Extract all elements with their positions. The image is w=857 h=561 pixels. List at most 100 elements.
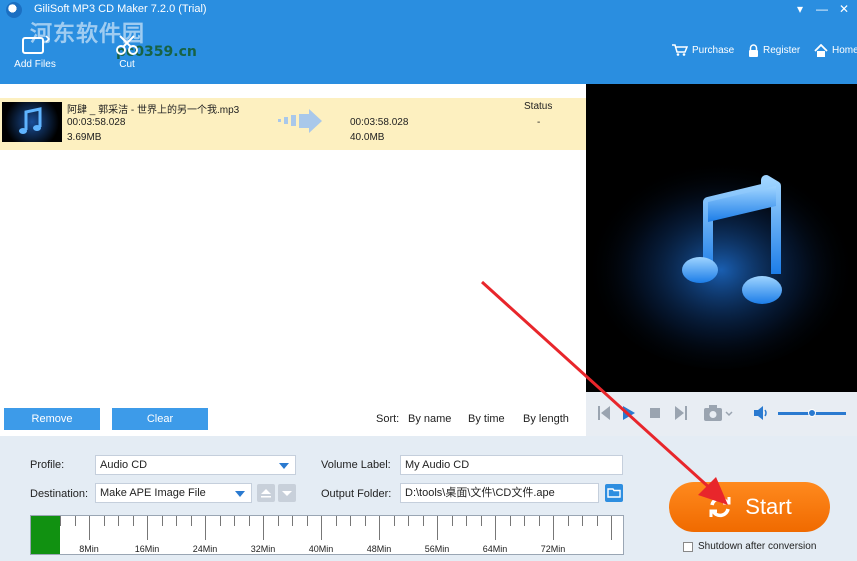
- timeline-minor-tick: [422, 516, 424, 526]
- timeline-minor-tick: [408, 516, 409, 526]
- chevron-down-icon: [279, 463, 289, 469]
- home-icon: [814, 43, 828, 57]
- start-button[interactable]: Start: [669, 482, 830, 532]
- volume-label-input[interactable]: My Audio CD: [400, 455, 623, 475]
- timeline-minor-tick: [161, 516, 163, 526]
- timeline-major-tick: [205, 516, 206, 540]
- close-button[interactable]: ✕: [834, 1, 854, 17]
- status-value: -: [537, 117, 541, 128]
- timeline-minor-tick: [350, 516, 351, 526]
- destination-select[interactable]: Make APE Image File: [95, 483, 252, 503]
- output-folder-input[interactable]: D:\tools\桌面\文件\CD文件.ape: [400, 483, 599, 503]
- chevron-down-icon: [282, 491, 292, 496]
- browse-folder-button[interactable]: [605, 484, 623, 502]
- file-thumbnail: [2, 102, 62, 142]
- minimize-button[interactable]: —: [812, 1, 832, 17]
- timeline-major-tick: [437, 516, 438, 540]
- timeline-minor-tick: [567, 516, 569, 526]
- timeline-minor-tick: [248, 516, 250, 526]
- shutdown-checkbox[interactable]: [683, 541, 693, 552]
- register-link[interactable]: Register: [748, 42, 800, 58]
- purchase-label: Purchase: [692, 44, 735, 56]
- timeline-minor-tick: [509, 516, 511, 526]
- timeline-minor-tick: [292, 516, 293, 526]
- timeline-major-tick: [147, 516, 148, 540]
- next-icon[interactable]: [675, 406, 687, 420]
- volume-slider-thumb[interactable]: [808, 409, 816, 417]
- timeline-minor-tick: [335, 516, 337, 526]
- profile-select[interactable]: Audio CD: [95, 455, 296, 475]
- timeline-tick-label: 56Min: [424, 544, 450, 554]
- timeline-tick-label: 48Min: [366, 544, 392, 554]
- play-icon[interactable]: [623, 406, 635, 420]
- previous-icon[interactable]: [598, 406, 610, 420]
- home-link[interactable]: Home: [814, 42, 857, 58]
- refresh-icon: [709, 496, 731, 518]
- timeline-major-tick: [379, 516, 380, 540]
- output-size: 40.0MB: [350, 132, 385, 143]
- file-name: 阿肆 _ 郭采洁 - 世界上的另一个我.mp3: [67, 105, 240, 116]
- home-label: Home: [832, 44, 857, 56]
- eject-button[interactable]: [257, 484, 275, 502]
- timeline-minor-tick: [118, 516, 119, 526]
- timeline-minor-tick: [103, 516, 105, 526]
- app-logo-icon: [6, 2, 22, 18]
- timeline-minor-tick: [596, 516, 598, 526]
- timeline-tick-label: 24Min: [192, 544, 218, 554]
- add-files-label: Add Files: [14, 59, 56, 70]
- timeline-tick-label: 8Min: [79, 544, 99, 554]
- menu-dropdown-icon[interactable]: ▾: [790, 1, 810, 17]
- status-header: Status: [524, 101, 553, 112]
- timeline-minor-tick: [277, 516, 279, 526]
- register-label: Register: [763, 44, 801, 56]
- music-note-icon: [586, 84, 857, 392]
- timeline-minor-tick: [60, 516, 61, 526]
- destination-label: Destination:: [30, 488, 89, 500]
- clear-button[interactable]: Clear: [112, 408, 208, 430]
- timeline-minor-tick: [393, 516, 395, 526]
- shutdown-option: Shutdown after conversion: [683, 541, 816, 552]
- sort-by-time[interactable]: By time: [468, 413, 505, 425]
- timeline-major-tick: [495, 516, 496, 540]
- file-duration: 00:03:58.028: [67, 117, 126, 128]
- stop-icon[interactable]: [650, 408, 660, 418]
- timeline-tick-label: 16Min: [134, 544, 160, 554]
- timeline-minor-tick: [176, 516, 177, 526]
- timeline-minor-tick: [234, 516, 235, 526]
- dropdown-button[interactable]: [278, 484, 296, 502]
- sort-by-name[interactable]: By name: [408, 413, 451, 425]
- timeline-minor-tick: [524, 516, 525, 526]
- timeline-minor-tick: [466, 516, 467, 526]
- add-files-button[interactable]: Add Files: [8, 34, 62, 70]
- cut-button[interactable]: Cut: [110, 34, 144, 70]
- capacity-timeline: 8Min 16Min 24Min 32Min 40Min 48Min 56Min 64Min 7…: [30, 515, 624, 555]
- output-folder-label: Output Folder:: [321, 488, 392, 500]
- timeline-major-tick: [89, 516, 90, 540]
- timeline-minor-tick: [219, 516, 221, 526]
- volume-slider[interactable]: [778, 409, 846, 417]
- timeline-minor-tick: [306, 516, 308, 526]
- chevron-down-icon: [235, 491, 245, 497]
- timeline-minor-tick: [538, 516, 540, 526]
- start-label: Start: [745, 494, 792, 519]
- folder-icon: [607, 488, 621, 498]
- snapshot-camera-icon[interactable]: [704, 405, 734, 421]
- timeline-minor-tick: [364, 516, 366, 526]
- purchase-link[interactable]: Purchase: [672, 42, 734, 58]
- volume-label-label: Volume Label:: [321, 459, 391, 471]
- timeline-major-tick: [321, 516, 322, 540]
- timeline-major-tick: [263, 516, 264, 540]
- file-row[interactable]: 阿肆 _ 郭采洁 - 世界上的另一个我.mp3 00:03:58.028 3.6…: [0, 98, 586, 150]
- capacity-used-bar: [31, 516, 60, 554]
- timeline-tick-label: 32Min: [250, 544, 276, 554]
- cut-label: Cut: [119, 59, 135, 70]
- timeline-major-tick: [611, 516, 612, 540]
- sort-by-length[interactable]: By length: [523, 413, 569, 425]
- volume-icon[interactable]: [754, 406, 770, 420]
- top-bar: GiliSoft MP3 CD Maker 7.2.0 (Trial) ▾ — …: [0, 0, 857, 84]
- remove-button[interactable]: Remove: [4, 408, 100, 430]
- timeline-minor-tick: [582, 516, 583, 526]
- convert-arrow-icon: [278, 109, 322, 133]
- profile-label: Profile:: [30, 459, 65, 471]
- app-title: GiliSoft MP3 CD Maker 7.2.0 (Trial): [34, 3, 207, 15]
